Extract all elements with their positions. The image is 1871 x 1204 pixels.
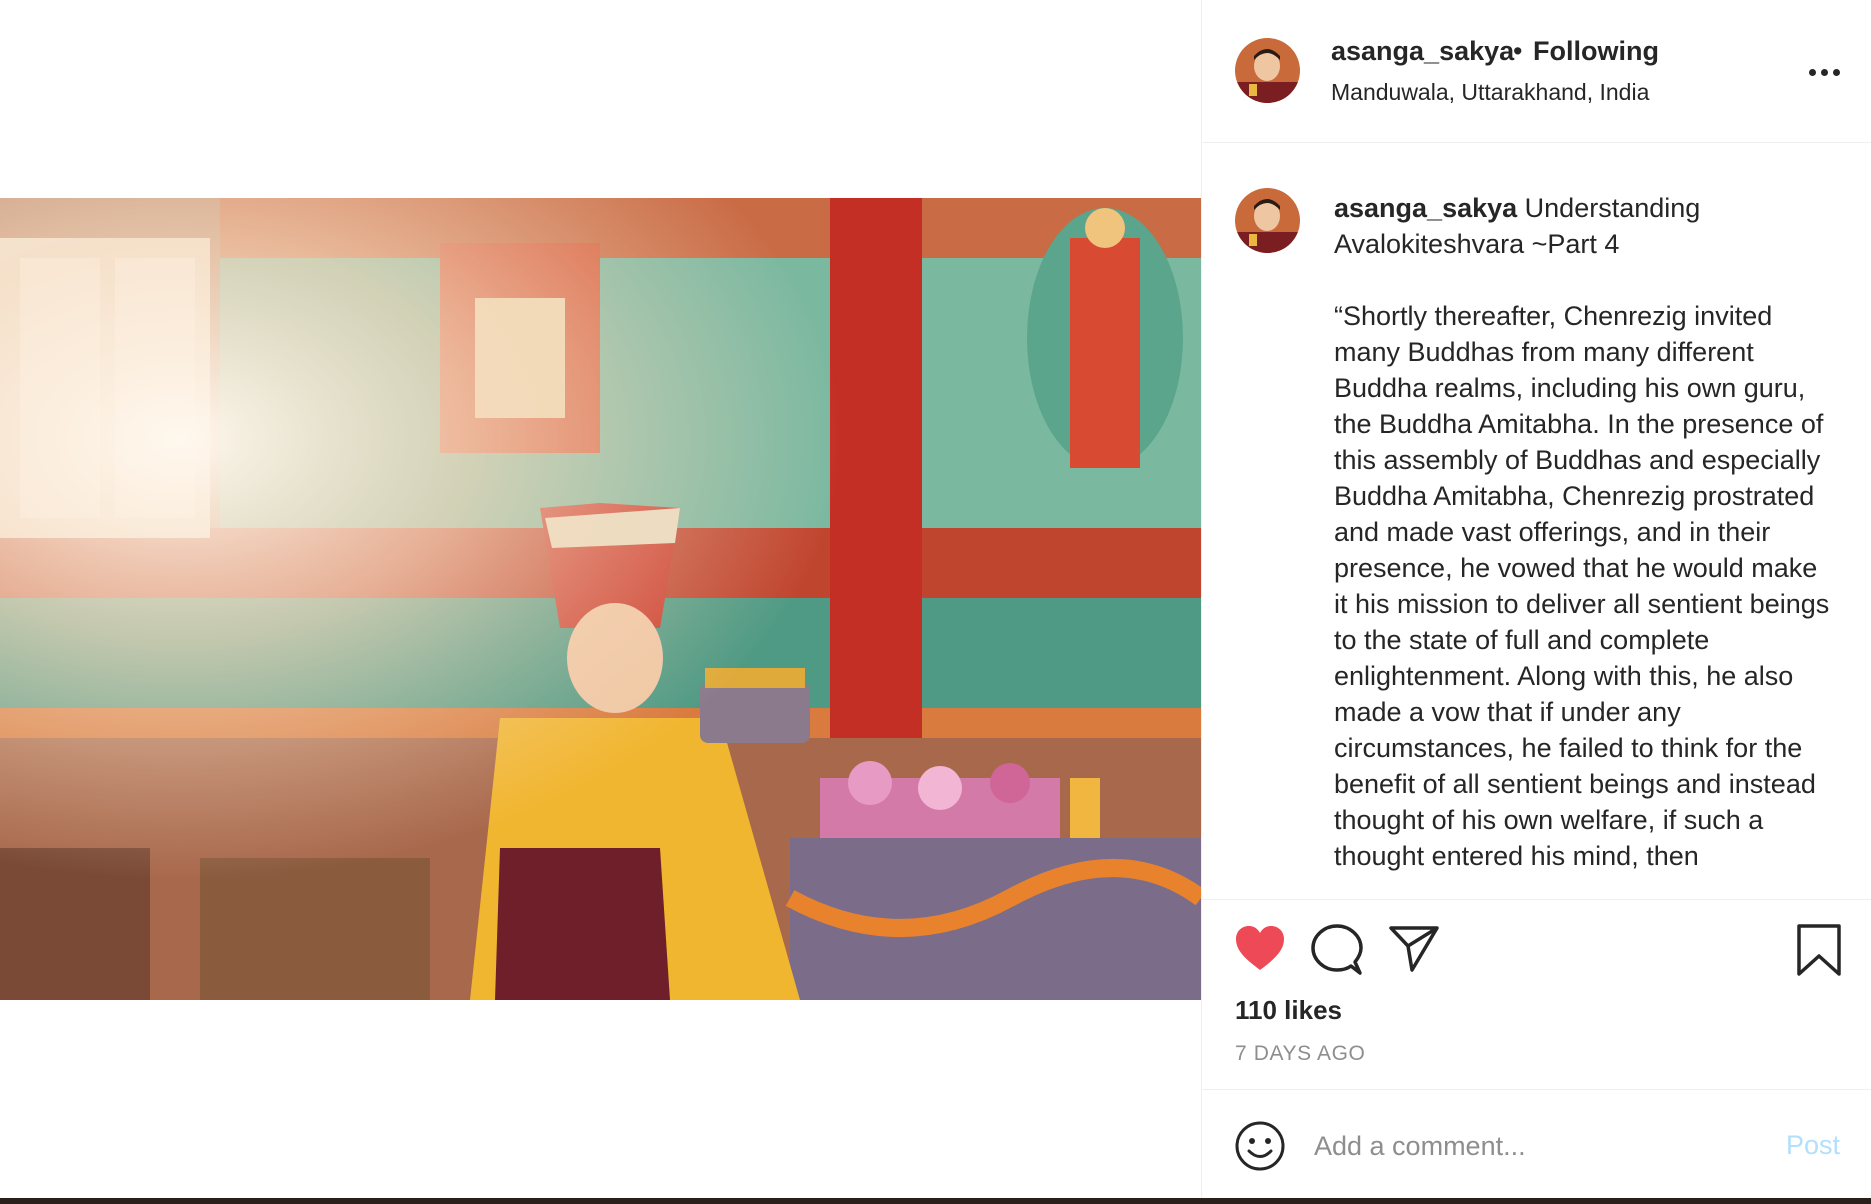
caption: asanga_sakya Understanding Avalokiteshva… [1334, 190, 1834, 874]
separator-dot: • [1513, 36, 1523, 66]
more-dot [1809, 68, 1816, 76]
more-dot [1821, 68, 1828, 76]
profile-avatar-image [1235, 38, 1300, 103]
heart-filled-icon[interactable] [1234, 924, 1286, 972]
post-media [0, 0, 1201, 1204]
comment-input[interactable] [1314, 1122, 1754, 1170]
temple-photo-illustration [0, 198, 1201, 1000]
comment-form: Post [1202, 1089, 1871, 1204]
paper-plane-icon[interactable] [1388, 924, 1440, 972]
username-link[interactable]: asanga_sakya [1331, 36, 1514, 67]
profile-avatar-image [1235, 188, 1300, 253]
post-comment-button[interactable]: Post [1786, 1130, 1840, 1161]
comment-icon[interactable] [1311, 924, 1363, 976]
likes-count[interactable]: 110 likes [1235, 995, 1342, 1026]
smiley-icon[interactable] [1234, 1120, 1286, 1172]
caption-area[interactable]: asanga_sakya Understanding Avalokiteshva… [1202, 144, 1871, 898]
post-timestamp[interactable]: 7 DAYS AGO [1235, 1042, 1366, 1066]
post-photo[interactable] [0, 198, 1201, 1000]
post-side-panel: asanga_sakya • Following Manduwala, Utta… [1201, 0, 1871, 1204]
following-button[interactable]: Following [1533, 36, 1659, 67]
more-options-icon[interactable] [1809, 62, 1845, 82]
bookmark-icon[interactable] [1796, 924, 1842, 976]
background-feed-strip [0, 1198, 1871, 1204]
post-header: asanga_sakya • Following Manduwala, Utta… [1202, 0, 1871, 143]
more-dot [1833, 68, 1840, 76]
post-actions: 110 likes 7 DAYS AGO [1202, 899, 1871, 1089]
caption-avatar[interactable] [1235, 188, 1300, 253]
avatar[interactable] [1235, 38, 1300, 103]
caption-username-link[interactable]: asanga_sakya [1334, 193, 1517, 223]
location-link[interactable]: Manduwala, Uttarakhand, India [1331, 79, 1649, 106]
post-modal: asanga_sakya • Following Manduwala, Utta… [0, 0, 1871, 1204]
caption-body: “Shortly thereafter, Chenrezig invited m… [1334, 301, 1830, 871]
